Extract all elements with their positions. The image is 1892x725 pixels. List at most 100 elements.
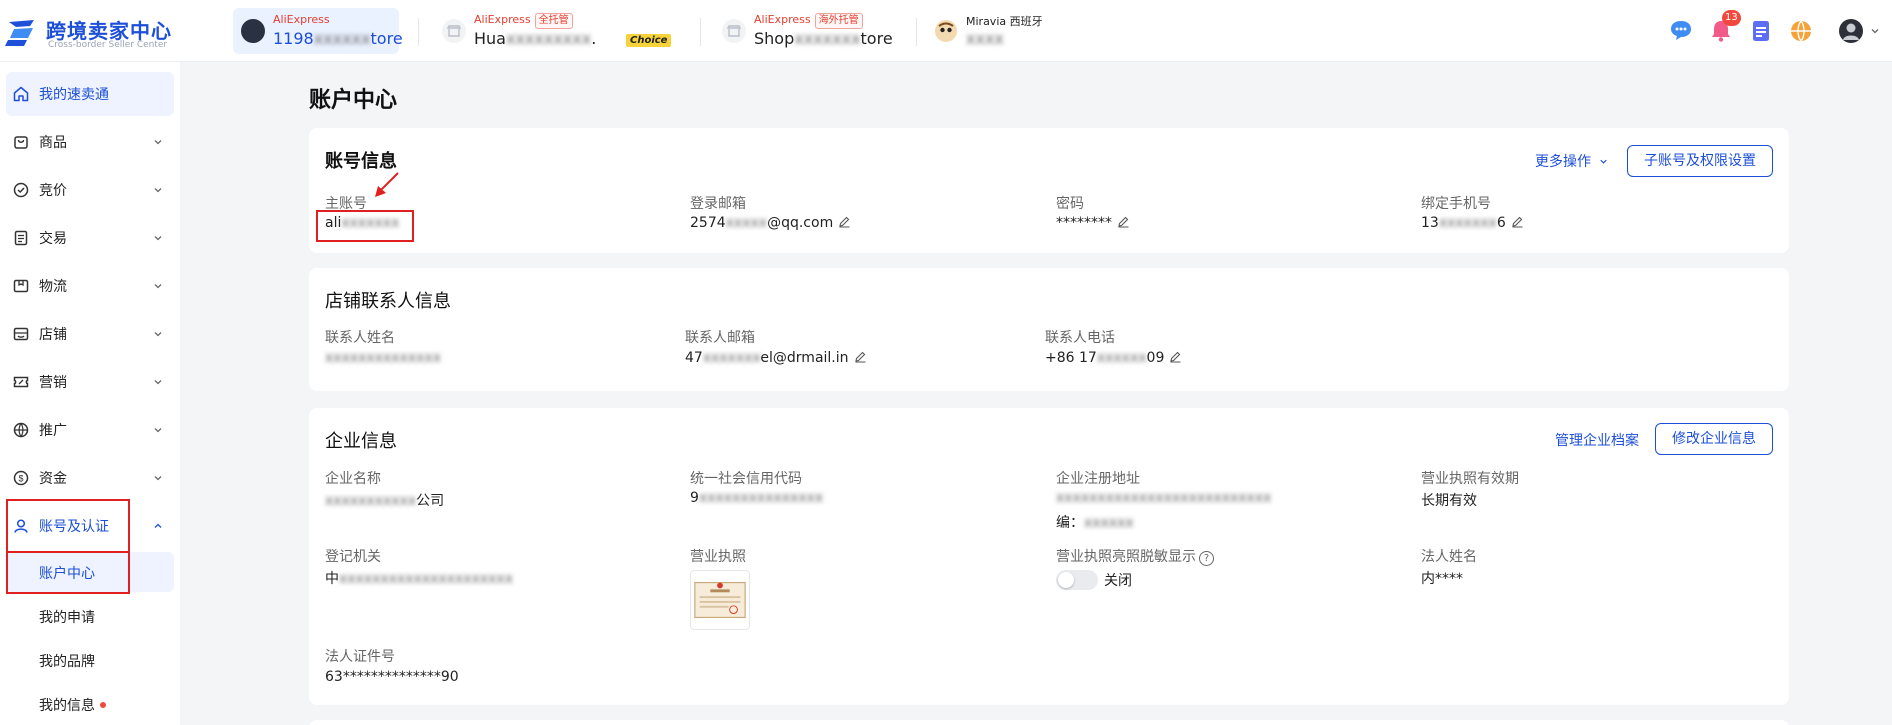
chevron-down-icon bbox=[154, 284, 162, 289]
manage-company-profile-link[interactable]: 管理企业档案 bbox=[1555, 430, 1639, 450]
login-email-value: 2574xxxxx@qq.com bbox=[690, 215, 851, 231]
sidebar-subitem-my-applications[interactable]: 我的申请 bbox=[6, 596, 174, 636]
field-label: 营业执照亮照脱敏显示? bbox=[1056, 546, 1214, 566]
company-name-value: xxxxxxxxxxx公司 bbox=[325, 493, 445, 509]
field-label: 联系人电话 bbox=[1045, 330, 1115, 346]
more-actions-dropdown[interactable]: 更多操作 bbox=[1535, 151, 1609, 171]
sidebar-item-bidding[interactable]: 竞价 bbox=[6, 168, 174, 212]
annotation-box bbox=[316, 210, 414, 242]
contact-phone-value: +86 17xxxxxx09 bbox=[1045, 350, 1182, 366]
store-brand: AliExpress 海外托管 bbox=[754, 13, 863, 29]
store-brand: AliExpress 全托管 bbox=[474, 13, 573, 29]
store-region: 西班牙 bbox=[1009, 15, 1043, 28]
desensitize-toggle[interactable] bbox=[1056, 570, 1098, 590]
sidebar-item-store[interactable]: 店铺 bbox=[6, 312, 174, 356]
license-validity-value: 长期有效 bbox=[1421, 493, 1477, 509]
field-label: 联系人姓名 bbox=[325, 330, 395, 346]
chevron-down-icon bbox=[154, 476, 162, 481]
svg-text:$: $ bbox=[18, 474, 23, 484]
edit-icon[interactable] bbox=[838, 215, 851, 228]
registration-authority-value: 中xxxxxxxxxxxxxxxxxxxxx bbox=[325, 571, 513, 587]
sidebar-item-label: 我的信息 bbox=[39, 695, 106, 715]
sidebar-item-logistics[interactable]: 物流 bbox=[6, 264, 174, 308]
coupon-icon bbox=[13, 376, 29, 388]
company-info-card: 企业信息 管理企业档案 修改企业信息 企业名称 xxxxxxxxxxx公司 统一… bbox=[309, 408, 1789, 705]
contact-email-value: 47xxxxxxxel@drmail.in bbox=[685, 350, 867, 366]
sidebar-item-orders[interactable]: 交易 bbox=[6, 216, 174, 260]
store-tab-4[interactable]: Miravia 西班牙 xxxx bbox=[926, 8, 1066, 54]
chevron-down-icon bbox=[154, 188, 162, 193]
card-title: 企业信息 bbox=[325, 431, 397, 452]
sidebar-item-promotion[interactable]: 推广 bbox=[6, 408, 174, 452]
field-label: 法人姓名 bbox=[1421, 549, 1477, 565]
globe-icon bbox=[13, 422, 29, 438]
chevron-down-icon bbox=[154, 236, 162, 241]
shop-icon bbox=[13, 327, 29, 341]
field-label: 密码 bbox=[1056, 196, 1084, 212]
sidebar-item-label: 物流 bbox=[39, 279, 67, 295]
field-label: 营业执照 bbox=[690, 549, 746, 565]
notification-badge: 13 bbox=[1722, 10, 1741, 26]
user-avatar[interactable] bbox=[1838, 18, 1864, 44]
edit-icon[interactable] bbox=[1511, 215, 1524, 228]
chevron-down-icon[interactable] bbox=[1870, 26, 1880, 36]
business-license-thumbnail[interactable] bbox=[690, 570, 750, 630]
sidebar-item-home[interactable]: 我的速卖通 bbox=[6, 72, 174, 116]
account-info-card: 账号信息 更多操作 子账号及权限设置 主账号 alixxxxxxx 登录邮箱 2… bbox=[309, 128, 1789, 253]
contact-info-card: 店铺联系人信息 联系人姓名 xxxxxxxxxxxxxx 联系人邮箱 47xxx… bbox=[309, 268, 1789, 391]
help-icon[interactable]: ? bbox=[1199, 551, 1214, 566]
annotation-arrow bbox=[375, 172, 399, 197]
company-address-line2: 编：xxxxxx bbox=[1056, 515, 1134, 531]
store-avatar bbox=[935, 20, 957, 42]
field-label: 企业注册地址 bbox=[1056, 471, 1140, 487]
divider bbox=[916, 18, 917, 46]
sidebar-subitem-my-brands[interactable]: 我的品牌 bbox=[6, 640, 174, 680]
store-tab-1[interactable]: AliExpress 1198xxxxxxtore bbox=[233, 8, 403, 54]
sub-account-settings-button[interactable]: 子账号及权限设置 bbox=[1627, 145, 1773, 177]
card-title: 店铺联系人信息 bbox=[325, 291, 451, 312]
sidebar-item-label: 我的品牌 bbox=[39, 654, 95, 670]
edit-company-info-button[interactable]: 修改企业信息 bbox=[1655, 423, 1773, 455]
home-icon bbox=[13, 86, 29, 102]
store-icon bbox=[722, 19, 746, 43]
edit-icon[interactable] bbox=[1117, 215, 1130, 228]
edit-icon[interactable] bbox=[1169, 350, 1182, 363]
logo[interactable]: 跨境卖家中心 Cross-border Seller Center bbox=[4, 14, 171, 50]
unread-dot bbox=[100, 702, 106, 708]
chevron-down-icon bbox=[1600, 159, 1608, 164]
legal-name-value: 内**** bbox=[1421, 571, 1463, 587]
chat-icon[interactable] bbox=[1668, 18, 1694, 44]
edit-icon[interactable] bbox=[854, 350, 867, 363]
next-card-edge bbox=[309, 720, 1789, 725]
field-label: 绑定手机号 bbox=[1421, 196, 1491, 212]
globe-icon[interactable] bbox=[1788, 18, 1814, 44]
field-label: 登记机关 bbox=[325, 549, 381, 565]
phone-value: 13xxxxxxx6 bbox=[1421, 215, 1524, 231]
company-address-value: xxxxxxxxxxxxxxxxxxxxxxxxxx bbox=[1056, 490, 1272, 506]
logo-icon bbox=[5, 20, 34, 46]
sidebar-subitem-my-messages[interactable]: 我的信息 bbox=[6, 684, 174, 724]
sidebar-item-funds[interactable]: $ 资金 bbox=[6, 456, 174, 500]
store-brand: AliExpress bbox=[273, 13, 330, 26]
logo-subtitle: Cross-border Seller Center bbox=[48, 40, 168, 50]
store-brand: Miravia 西班牙 bbox=[966, 15, 1043, 28]
sidebar-item-label: 营销 bbox=[39, 375, 67, 391]
field-label: 登录邮箱 bbox=[690, 196, 746, 212]
store-tab-3[interactable]: AliExpress 海外托管 Shopxxxxxxxtore bbox=[714, 8, 914, 54]
credit-code-value: 9xxxxxxxxxxxxxxx bbox=[690, 490, 824, 506]
annotation-box bbox=[6, 551, 130, 594]
store-name: 1198xxxxxxtore bbox=[273, 29, 403, 48]
sidebar-item-products[interactable]: 商品 bbox=[6, 120, 174, 164]
sidebar-item-label: 推广 bbox=[39, 423, 67, 439]
dollar-icon: $ bbox=[13, 470, 29, 486]
choice-badge: Choice bbox=[626, 34, 672, 47]
sidebar-item-label: 竞价 bbox=[39, 183, 67, 199]
page-title: 账户中心 bbox=[309, 88, 398, 113]
annotation-box bbox=[6, 499, 130, 553]
store-avatar bbox=[241, 19, 265, 43]
password-value: ******** bbox=[1056, 215, 1130, 231]
sidebar-item-marketing[interactable]: 营销 bbox=[6, 360, 174, 404]
license-image-icon bbox=[694, 582, 746, 618]
clipboard-icon[interactable] bbox=[1748, 18, 1774, 44]
store-tab-2[interactable]: AliExpress 全托管 Huaxxxxxxxxx. Choice bbox=[434, 8, 684, 54]
